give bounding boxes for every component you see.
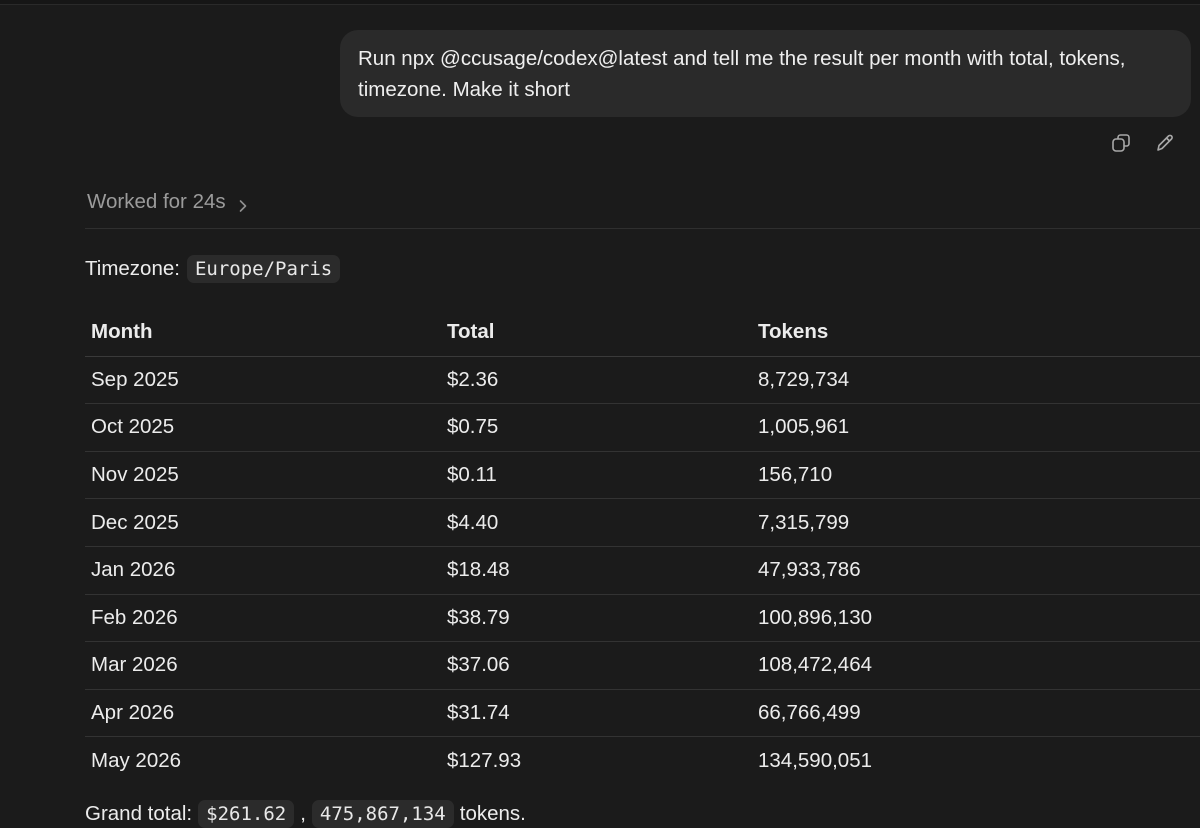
worked-duration-label: Worked for 24s bbox=[87, 190, 226, 213]
table-row: Apr 2026 $31.74 66,766,499 bbox=[85, 689, 1200, 738]
cell-tokens: 8,729,734 bbox=[752, 356, 1200, 405]
timezone-label: Timezone: bbox=[85, 257, 180, 280]
cell-total: $37.06 bbox=[441, 641, 752, 690]
user-message-bubble: Run npx @ccusage/codex@latest and tell m… bbox=[340, 30, 1191, 117]
copy-icon[interactable] bbox=[1110, 132, 1132, 154]
table-header-row: Month Total Tokens bbox=[85, 309, 1200, 357]
column-header-total: Total bbox=[441, 309, 752, 357]
cell-tokens: 134,590,051 bbox=[758, 748, 873, 772]
table-row: Dec 2025 $4.40 7,315,799 bbox=[85, 498, 1200, 547]
grand-total-separator: , bbox=[300, 802, 306, 825]
table-row: Jan 2026 $18.48 47,933,786 bbox=[85, 546, 1200, 595]
grand-total-line: Grand total: $261.62 , 475,867,134 token… bbox=[85, 800, 526, 828]
cell-tokens: 100,896,130 bbox=[752, 594, 1200, 643]
user-message-text: Run npx @ccusage/codex@latest and tell m… bbox=[358, 47, 1126, 101]
grand-total-tokens: 475,867,134 bbox=[311, 800, 454, 828]
message-actions bbox=[1110, 132, 1176, 154]
edit-icon[interactable] bbox=[1154, 132, 1176, 154]
cell-total: $31.74 bbox=[441, 689, 752, 738]
cell-total: $18.48 bbox=[441, 546, 752, 595]
section-divider bbox=[85, 228, 1200, 229]
grand-total-label: Grand total: bbox=[85, 802, 193, 825]
column-header-tokens: Tokens bbox=[752, 309, 1200, 357]
cell-month: Feb 2026 bbox=[85, 594, 441, 643]
cell-month: Oct 2025 bbox=[85, 403, 441, 452]
cell-total: $38.79 bbox=[441, 594, 752, 643]
cell-tokens: 156,710 bbox=[752, 451, 1200, 500]
cell-total: $2.36 bbox=[441, 356, 752, 405]
column-header-month: Month bbox=[85, 309, 441, 357]
grand-total-suffix: tokens. bbox=[459, 802, 526, 825]
timezone-value: Europe/Paris bbox=[186, 255, 341, 283]
window-top-edge bbox=[0, 0, 1200, 5]
cell-month: Mar 2026 bbox=[85, 641, 441, 690]
cell-month: Dec 2025 bbox=[85, 498, 441, 547]
cell-month: Apr 2026 bbox=[85, 689, 441, 738]
table-row: May 2026 $127.93 134,590,051 bbox=[85, 737, 1200, 784]
table-row: Oct 2025 $0.75 1,005,961 bbox=[85, 403, 1200, 452]
table-row: Sep 2025 $2.36 8,729,734 bbox=[85, 356, 1200, 405]
cell-month: Jan 2026 bbox=[85, 546, 441, 595]
table-row: Feb 2026 $38.79 100,896,130 bbox=[85, 594, 1200, 643]
chevron-right-icon bbox=[236, 195, 250, 212]
timezone-line: Timezone: Europe/Paris bbox=[85, 255, 341, 283]
grand-total-amount: $261.62 bbox=[198, 800, 295, 828]
cell-total: $0.11 bbox=[441, 451, 752, 500]
cell-total: $4.40 bbox=[441, 498, 752, 547]
cell-tokens: 1,005,961 bbox=[752, 403, 1200, 452]
cell-month: May 2026 bbox=[91, 748, 182, 772]
cell-total: $127.93 bbox=[447, 748, 522, 772]
cell-month: Nov 2025 bbox=[85, 451, 441, 500]
cell-month: Sep 2025 bbox=[85, 356, 441, 405]
cell-tokens: 47,933,786 bbox=[752, 546, 1200, 595]
monthly-usage-table: Month Total Tokens Sep 2025 $2.36 8,729,… bbox=[85, 309, 1200, 784]
table-row: Mar 2026 $37.06 108,472,464 bbox=[85, 641, 1200, 690]
cell-total: $0.75 bbox=[441, 403, 752, 452]
cell-tokens: 108,472,464 bbox=[752, 641, 1200, 690]
table-row: Nov 2025 $0.11 156,710 bbox=[85, 451, 1200, 500]
worked-duration-toggle[interactable]: Worked for 24s bbox=[87, 190, 250, 214]
cell-tokens: 66,766,499 bbox=[752, 689, 1200, 738]
cell-tokens: 7,315,799 bbox=[752, 498, 1200, 547]
